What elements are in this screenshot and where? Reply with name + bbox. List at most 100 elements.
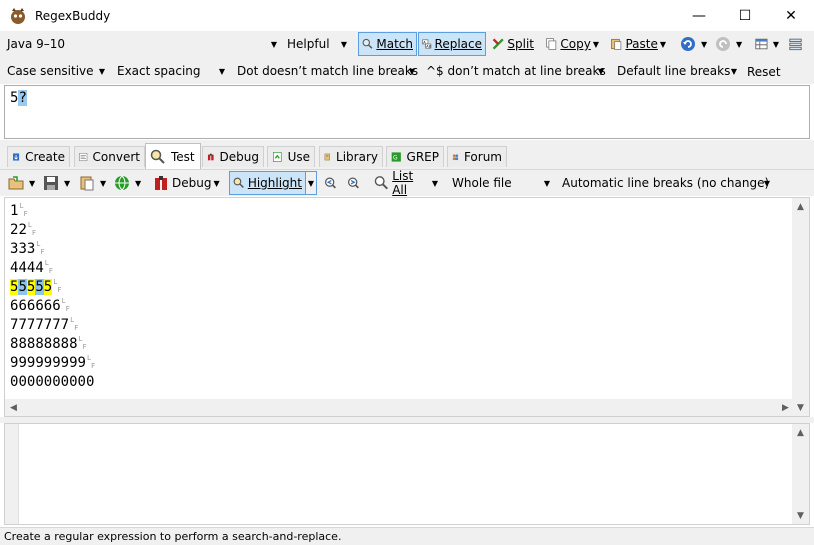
test-char: 0 xyxy=(77,374,86,390)
forum-users-icon xyxy=(452,154,459,161)
case-select[interactable]: Case sensitive ▼ xyxy=(2,60,110,82)
tab-create[interactable]: Create xyxy=(7,146,70,167)
redo-button[interactable]: ▼ xyxy=(712,32,746,56)
list-all-button[interactable]: List All ▼ xyxy=(371,169,441,197)
list-all-label: List All xyxy=(392,169,414,197)
line-feed-marker: LF xyxy=(70,316,79,332)
debug-label: Debug xyxy=(172,176,212,190)
scope-select[interactable]: Whole file ▼ xyxy=(447,172,555,194)
line-feed-marker: LF xyxy=(27,221,37,237)
test-char: 6 xyxy=(18,298,27,314)
flavor-select[interactable]: Java 9–10 ▼ xyxy=(2,33,282,55)
test-char: 4 xyxy=(18,260,27,276)
scroll-left-icon[interactable]: ◀ xyxy=(5,399,22,416)
next-match-button[interactable] xyxy=(344,171,366,195)
highlight-dropdown[interactable]: ▼ xyxy=(305,171,317,195)
menu-icon xyxy=(789,38,802,51)
scroll-up-icon[interactable]: ▲ xyxy=(792,198,809,215)
anchors-select[interactable]: ^$ don’t match at line breaks ▼ xyxy=(421,60,609,82)
scroll-down-icon[interactable]: ▼ xyxy=(792,399,809,416)
app-logo-icon xyxy=(11,7,25,24)
horizontal-scrollbar[interactable]: ◀ ▶ xyxy=(5,399,794,416)
test-line: 666666 L F xyxy=(10,297,95,316)
test-char: 9 xyxy=(35,355,44,371)
save-button[interactable]: ▼ xyxy=(40,171,74,195)
vertical-scrollbar[interactable]: ▲ ▼ xyxy=(792,198,809,416)
test-line: 333 L F xyxy=(10,240,95,259)
tab-convert[interactable]: Convert xyxy=(74,146,145,167)
layout-button[interactable]: ▼ xyxy=(752,32,782,56)
close-button[interactable]: ✕ xyxy=(768,0,814,31)
menu-button[interactable] xyxy=(786,32,808,56)
minimize-button[interactable]: — xyxy=(676,0,722,31)
helpful-select[interactable]: Helpful ▼ xyxy=(282,33,352,55)
linebreaks-select[interactable]: Default line breaks ▼ xyxy=(612,60,742,82)
tab-debug[interactable]: Debug xyxy=(202,146,264,167)
test-char: 0 xyxy=(35,374,44,390)
test-line-text: 666666 xyxy=(10,297,61,316)
redo-icon xyxy=(716,37,730,51)
dropdown-arrow-icon: ▼ xyxy=(592,39,599,49)
undo-button[interactable]: ▼ xyxy=(677,32,711,56)
dropdown-arrow-icon: ▼ xyxy=(772,39,779,49)
split-button[interactable]: Split xyxy=(489,32,537,56)
svg-text:G: G xyxy=(393,156,398,162)
match-highlight: 5 xyxy=(18,279,27,295)
replace-icon: AAB xyxy=(422,39,432,49)
tab-grep[interactable]: G GREP xyxy=(386,146,444,167)
vertical-scrollbar[interactable]: ▲ ▼ xyxy=(792,424,809,524)
line-break-mode-select[interactable]: Automatic line breaks (no change) ▼ xyxy=(557,172,775,194)
paste-button[interactable]: Paste ▼ xyxy=(607,32,669,56)
tab-library[interactable]: Library xyxy=(319,146,383,167)
tab-forum[interactable]: Forum xyxy=(447,146,507,167)
maximize-button[interactable]: ☐ xyxy=(722,0,768,31)
open-file-button[interactable]: ▼ xyxy=(5,171,39,195)
results-pane[interactable]: ▲ ▼ xyxy=(4,423,810,525)
replace-button[interactable]: A AB Replace xyxy=(418,32,486,56)
reset-label: Reset xyxy=(747,65,781,79)
chevron-down-icon: ▼ xyxy=(408,66,416,76)
svg-text:AB: AB xyxy=(426,45,431,49)
test-char: 8 xyxy=(35,336,44,352)
scroll-down-icon[interactable]: ▼ xyxy=(792,507,809,524)
test-char: 9 xyxy=(69,355,78,371)
tab-label: Convert xyxy=(92,150,140,164)
test-line: 7777777 L F xyxy=(10,316,95,335)
tab-test[interactable]: Test xyxy=(145,143,201,169)
web-button[interactable]: ▼ xyxy=(111,171,145,195)
paste-test-button[interactable]: ▼ xyxy=(76,171,110,195)
test-char: 0 xyxy=(43,374,53,390)
linebreaks-value: Default line breaks xyxy=(617,64,731,78)
highlight-button[interactable]: Highlight xyxy=(229,171,306,195)
debug-button[interactable]: Debug ▼ xyxy=(150,171,224,195)
create-icon xyxy=(13,153,20,161)
tab-use[interactable]: Use xyxy=(267,146,315,167)
previous-match-button[interactable] xyxy=(321,171,343,195)
test-char: 0 xyxy=(52,374,61,390)
main-toolbar: Java 9–10 ▼ Helpful ▼ Match A AB Replace … xyxy=(0,31,814,58)
layout-grid-icon xyxy=(755,38,768,50)
match-button[interactable]: Match xyxy=(358,32,417,56)
tab-label: Forum xyxy=(463,150,502,164)
undo-icon xyxy=(681,37,695,51)
test-subject-editor[interactable]: 1 L F 22 L F 333 L F 4444 L F 55555 L F 666666 L F 7777777… xyxy=(4,197,810,417)
tab-label: Debug xyxy=(219,150,259,164)
tab-bar: Create Convert Test Debug Use Library G … xyxy=(0,140,814,169)
scroll-right-icon[interactable]: ▶ xyxy=(777,399,794,416)
test-char: 7 xyxy=(18,317,27,333)
test-char: 7 xyxy=(60,317,70,333)
test-line: 22 L F xyxy=(10,221,95,240)
test-line-text: 333 xyxy=(10,240,35,259)
line-feed-marker: LF xyxy=(53,278,62,294)
test-line: 55555 L F xyxy=(10,278,95,297)
scroll-up-icon[interactable]: ▲ xyxy=(792,424,809,441)
test-char: 6 xyxy=(43,298,53,314)
dot-select[interactable]: Dot doesn’t match line breaks ▼ xyxy=(232,60,420,82)
dropdown-arrow-icon: ▼ xyxy=(135,178,142,188)
chevron-down-icon: ▼ xyxy=(543,178,551,188)
regex-input[interactable]: 5? xyxy=(4,85,810,139)
copy-button[interactable]: Copy ▼ xyxy=(542,32,602,56)
open-file-icon xyxy=(8,176,24,190)
spacing-select[interactable]: Exact spacing ▼ xyxy=(112,60,230,82)
reset-button[interactable]: Reset xyxy=(744,60,784,84)
